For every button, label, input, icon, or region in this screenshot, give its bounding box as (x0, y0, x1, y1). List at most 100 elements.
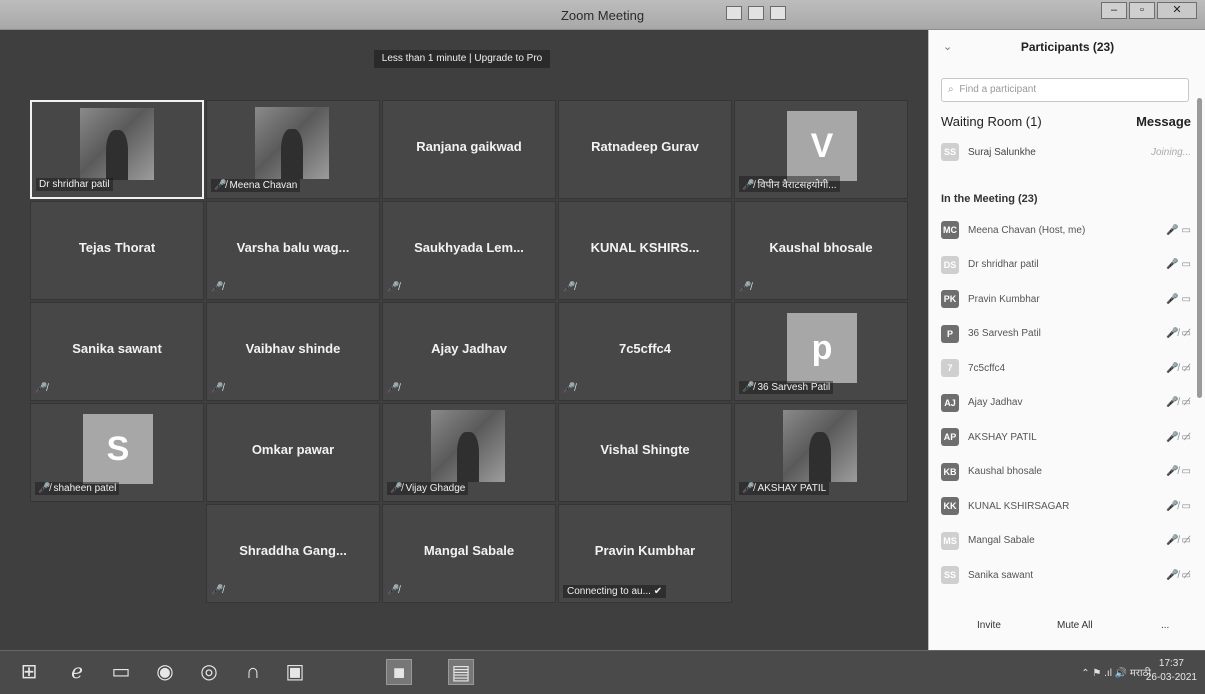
participant-row[interactable]: SS Sanika sawant 🎤̸ ▭̸ (941, 563, 1191, 587)
window-controls: – ▫ ✕ (1101, 2, 1197, 19)
mic-video-status-icon[interactable]: 🎤 ▭ (1157, 294, 1191, 305)
mic-video-status-icon[interactable]: 🎤̸ ▭̸ (1157, 570, 1191, 581)
mic-video-status-icon[interactable]: 🎤 ▭ (1157, 259, 1191, 270)
video-tile[interactable]: Omkar pawar (206, 403, 380, 502)
video-tile[interactable]: Varsha balu wag... 🎤̸ (206, 201, 380, 300)
keyboard-icon[interactable] (748, 6, 764, 20)
participant-row[interactable]: PK Pravin Kumbhar 🎤 ▭ (941, 287, 1191, 311)
chrome-icon[interactable]: ◎ (196, 659, 222, 685)
video-tile[interactable]: KUNAL KSHIRS... 🎤̸ (558, 201, 732, 300)
waiting-room-header[interactable]: Waiting Room (1) Message (941, 114, 1191, 129)
participant-row[interactable]: DS Dr shridhar patil 🎤 ▭ (941, 253, 1191, 277)
participant-search-input[interactable]: ⌕ Find a participant (941, 78, 1189, 102)
tile-name-caption: Dr shridhar patil (36, 178, 113, 191)
participant-video (783, 410, 857, 482)
upgrade-banner[interactable]: Less than 1 minute | Upgrade to Pro (374, 50, 550, 68)
mic-video-status-icon[interactable]: 🎤̸ ▭̸ (1157, 363, 1191, 374)
video-tile[interactable]: Shraddha Gang... 🎤̸ (206, 504, 380, 603)
mic-video-status-icon[interactable]: 🎤̸ ▭ (1157, 466, 1191, 477)
participant-video (255, 107, 329, 179)
mic-video-status-icon[interactable]: 🎤̸ ▭̸ (1157, 328, 1191, 339)
more-button[interactable]: ... (1161, 620, 1169, 631)
tile-participant-name: Tejas Thorat (78, 240, 156, 255)
window-title: Zoom Meeting (560, 8, 645, 23)
participant-avatar: AJ (941, 393, 959, 412)
video-tile[interactable]: Dr shridhar patil (30, 100, 204, 199)
tile-participant-name: Pravin Kumbhar (594, 543, 696, 558)
mic-video-status-icon[interactable]: 🎤̸ ▭̸ (1157, 535, 1191, 546)
video-tile[interactable]: Pravin Kumbhar Connecting to au... ✔ (558, 504, 732, 603)
participant-row[interactable]: MC Meena Chavan (Host, me) 🎤 ▭ (941, 218, 1191, 242)
message-button[interactable]: Message (1136, 114, 1191, 129)
participant-row[interactable]: KK KUNAL KSHIRSAGAR 🎤̸ ▭ (941, 494, 1191, 518)
maximize-button[interactable]: ▫ (1129, 2, 1155, 19)
video-tile[interactable]: 🎤̸ Vijay Ghadge (382, 403, 556, 502)
video-tile[interactable]: Tejas Thorat (30, 201, 204, 300)
video-tile[interactable]: Ajay Jadhav 🎤̸ (382, 302, 556, 401)
settings-icon[interactable] (770, 6, 786, 20)
waiting-participant-row[interactable]: SS Suraj Salunkhe Joining... (941, 140, 1191, 164)
participant-name: 7c5cffc4 (968, 362, 1006, 374)
avatar-letter: V (787, 111, 857, 181)
invite-button[interactable]: Invite (977, 620, 1001, 631)
video-tile[interactable]: Mangal Sabale 🎤̸ (382, 504, 556, 603)
muted-mic-icon: 🎤̸ (563, 282, 576, 293)
participant-video (80, 108, 154, 180)
tile-name-caption: 🎤̸ AKSHAY PATIL (739, 482, 830, 495)
taskbar: ⊞ ℯ ▭ ◉ ◎ ∩ ▣ ■ ▤ ⌃ ⚑ .ıl 🔊 मराठी 17:37 … (0, 650, 1205, 694)
zoom-icon[interactable]: ■ (386, 659, 412, 685)
participant-row[interactable]: MS Mangal Sabale 🎤̸ ▭̸ (941, 529, 1191, 553)
minimize-button[interactable]: – (1101, 2, 1127, 19)
search-icon: ⌕ (948, 84, 954, 95)
participant-row[interactable]: 7 7c5cffc4 🎤̸ ▭̸ (941, 356, 1191, 380)
internet-explorer-icon[interactable]: ℯ (64, 659, 90, 685)
participant-avatar: P (941, 324, 959, 343)
computer-icon[interactable]: ▭ (108, 659, 134, 685)
mic-video-status-icon[interactable]: 🎤̸ ▭ (1157, 501, 1191, 512)
tile-participant-name: Vaibhav shinde (245, 341, 341, 356)
video-tile[interactable]: Kaushal bhosale 🎤̸ (734, 201, 908, 300)
video-tile[interactable]: p 🎤̸ 36 Sarvesh Patil (734, 302, 908, 401)
participant-name: Suraj Salunkhe (968, 146, 1036, 158)
participant-avatar: 7 (941, 359, 959, 377)
person-figure (808, 431, 832, 482)
video-tile[interactable]: Vishal Shingte (558, 403, 732, 502)
video-tile[interactable]: V 🎤̸ विपीन वैराटसहयोगी... (734, 100, 908, 199)
participants-scrollbar[interactable] (1197, 98, 1202, 398)
windows-start-icon[interactable]: ⊞ (16, 659, 42, 685)
participant-avatar: DS (941, 255, 959, 274)
video-tile[interactable]: 7c5cffc4 🎤̸ (558, 302, 732, 401)
video-tile[interactable]: 🎤̸ Meena Chavan (206, 100, 380, 199)
store-icon[interactable]: ▣ (282, 659, 308, 685)
video-tile[interactable]: Vaibhav shinde 🎤̸ (206, 302, 380, 401)
mic-video-status-icon[interactable]: 🎤̸ ▭̸ (1157, 432, 1191, 443)
video-tile (30, 504, 204, 603)
firefox-icon[interactable]: ◉ (152, 659, 178, 685)
video-tile[interactable]: S 🎤̸ shaheen patel (30, 403, 204, 502)
participant-row[interactable]: AJ Ajay Jadhav 🎤̸ ▭̸ (941, 391, 1191, 415)
clock[interactable]: 17:37 26-03-2021 (1146, 657, 1197, 685)
mic-video-status-icon[interactable]: 🎤 ▭ (1157, 225, 1191, 236)
in-meeting-header[interactable]: In the Meeting (23) (941, 193, 1038, 205)
participant-row[interactable]: KB Kaushal bhosale 🎤̸ ▭ (941, 460, 1191, 484)
tile-participant-name: Vishal Shingte (600, 442, 690, 457)
tile-participant-name: Mangal Sabale (423, 543, 515, 558)
video-tile[interactable]: Sanika sawant 🎤̸ (30, 302, 204, 401)
share-icon[interactable] (726, 6, 742, 20)
participant-name: Meena Chavan (Host, me) (968, 224, 1086, 236)
document-icon[interactable]: ▤ (448, 659, 474, 685)
participant-avatar: PK (941, 290, 959, 308)
system-tray[interactable]: ⌃ ⚑ .ıl 🔊 मराठी (1081, 665, 1151, 679)
video-tile[interactable]: 🎤̸ AKSHAY PATIL (734, 403, 908, 502)
participant-row[interactable]: P 36 Sarvesh Patil 🎤̸ ▭̸ (941, 322, 1191, 346)
video-tile[interactable]: Saukhyada Lem... 🎤̸ (382, 201, 556, 300)
participant-name: Dr shridhar patil (968, 259, 1039, 270)
app-icon[interactable]: ∩ (240, 659, 266, 685)
mute-all-button[interactable]: Mute All (1057, 620, 1093, 631)
close-button[interactable]: ✕ (1157, 2, 1197, 19)
participant-avatar: AP (941, 428, 959, 446)
mic-video-status-icon[interactable]: 🎤̸ ▭̸ (1157, 397, 1191, 408)
video-tile[interactable]: Ratnadeep Gurav (558, 100, 732, 199)
video-tile[interactable]: Ranjana gaikwad (382, 100, 556, 199)
participant-row[interactable]: AP AKSHAY PATIL 🎤̸ ▭̸ (941, 425, 1191, 449)
